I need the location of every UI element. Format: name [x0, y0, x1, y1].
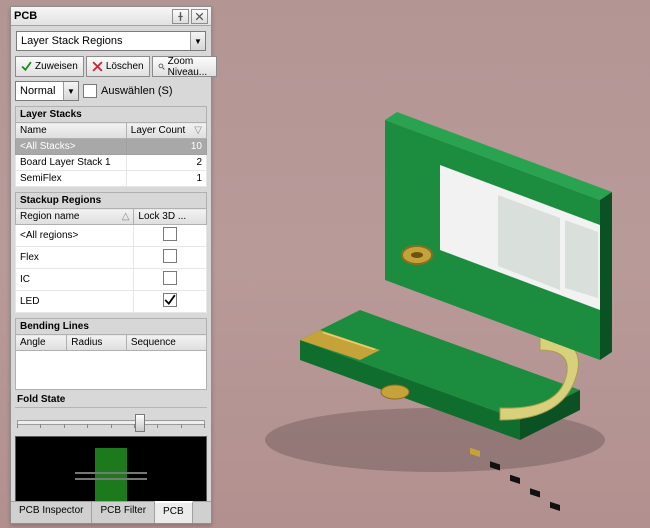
sort-icon: ▽	[194, 125, 202, 136]
pin-icon	[175, 11, 186, 22]
select-checkbox[interactable]	[83, 84, 97, 98]
table-row[interactable]: SemiFlex1	[16, 171, 207, 187]
tab-pcb[interactable]: PCB	[155, 501, 193, 523]
x-icon	[92, 61, 103, 72]
lock-checkbox[interactable]	[163, 249, 177, 263]
lock-checkbox[interactable]	[163, 271, 177, 285]
zoom-button[interactable]: Zoom Niveau...	[152, 56, 217, 77]
table-row[interactable]: LED	[16, 291, 207, 313]
col-radius[interactable]: Radius	[67, 335, 127, 351]
check-icon	[21, 61, 32, 72]
fold-state-label: Fold State	[15, 394, 207, 408]
col-name[interactable]: Name	[16, 123, 127, 139]
col-seq[interactable]: Sequence	[126, 335, 206, 351]
pin-button[interactable]	[172, 9, 189, 24]
assign-button[interactable]: Zuweisen	[15, 56, 84, 77]
close-icon	[194, 11, 205, 22]
delete-button[interactable]: Löschen	[86, 56, 150, 77]
table-row[interactable]: Flex	[16, 247, 207, 269]
close-button[interactable]	[191, 9, 208, 24]
chevron-down-icon: ▼	[63, 82, 78, 100]
bending-table[interactable]: Angle Radius Sequence	[15, 334, 207, 351]
section-title: Stackup Regions	[15, 192, 207, 208]
col-count[interactable]: Layer Count ▽	[126, 123, 206, 139]
mode-select[interactable]: Normal ▼	[15, 81, 79, 101]
stackup-regions-section: Stackup Regions Region name △ Lock 3D ..…	[15, 192, 207, 313]
chevron-down-icon: ▼	[190, 32, 205, 50]
col-lock[interactable]: Lock 3D ...	[134, 209, 207, 225]
pcb-panel: PCB Layer Stack Regions ▼ Zuweisen Lösch…	[10, 6, 212, 524]
assign-label: Zuweisen	[35, 61, 78, 72]
section-title: Layer Stacks	[15, 106, 207, 122]
layer-stacks-section: Layer Stacks Name Layer Count ▽ <All Sta…	[15, 106, 207, 187]
panel-title: PCB	[14, 10, 37, 22]
sort-icon: △	[122, 211, 130, 222]
tab-filter[interactable]: PCB Filter	[92, 502, 155, 523]
bottom-tabs: PCB Inspector PCB Filter PCB	[11, 501, 211, 523]
table-row[interactable]: <All Stacks>10	[16, 139, 207, 155]
zoom-label: Zoom Niveau...	[168, 56, 211, 78]
tab-inspector[interactable]: PCB Inspector	[11, 502, 92, 523]
panel-header[interactable]: PCB	[11, 7, 211, 26]
panel-selector-value: Layer Stack Regions	[17, 35, 190, 47]
table-row[interactable]: Board Layer Stack 12	[16, 155, 207, 171]
lock-checkbox[interactable]	[163, 227, 177, 241]
table-row[interactable]: <All regions>	[16, 225, 207, 247]
delete-label: Löschen	[106, 61, 144, 72]
panel-selector[interactable]: Layer Stack Regions ▼	[16, 31, 206, 51]
lock-checkbox[interactable]	[163, 293, 177, 307]
table-row[interactable]: IC	[16, 269, 207, 291]
stackup-regions-table[interactable]: Region name △ Lock 3D ... <All regions> …	[15, 208, 207, 313]
slider-thumb[interactable]	[135, 414, 145, 432]
select-checkbox-label: Auswählen (S)	[101, 85, 173, 97]
col-name[interactable]: Region name △	[16, 209, 134, 225]
layer-stacks-table[interactable]: Name Layer Count ▽ <All Stacks>10 Board …	[15, 122, 207, 187]
check-icon	[164, 294, 176, 306]
bending-lines-section: Bending Lines Angle Radius Sequence	[15, 318, 207, 390]
magnifier-icon	[158, 61, 165, 72]
bending-empty	[15, 351, 207, 390]
mode-value: Normal	[16, 85, 63, 97]
col-angle[interactable]: Angle	[16, 335, 67, 351]
section-title: Bending Lines	[15, 318, 207, 334]
preview-board	[95, 448, 127, 504]
fold-state-slider[interactable]	[17, 412, 205, 432]
